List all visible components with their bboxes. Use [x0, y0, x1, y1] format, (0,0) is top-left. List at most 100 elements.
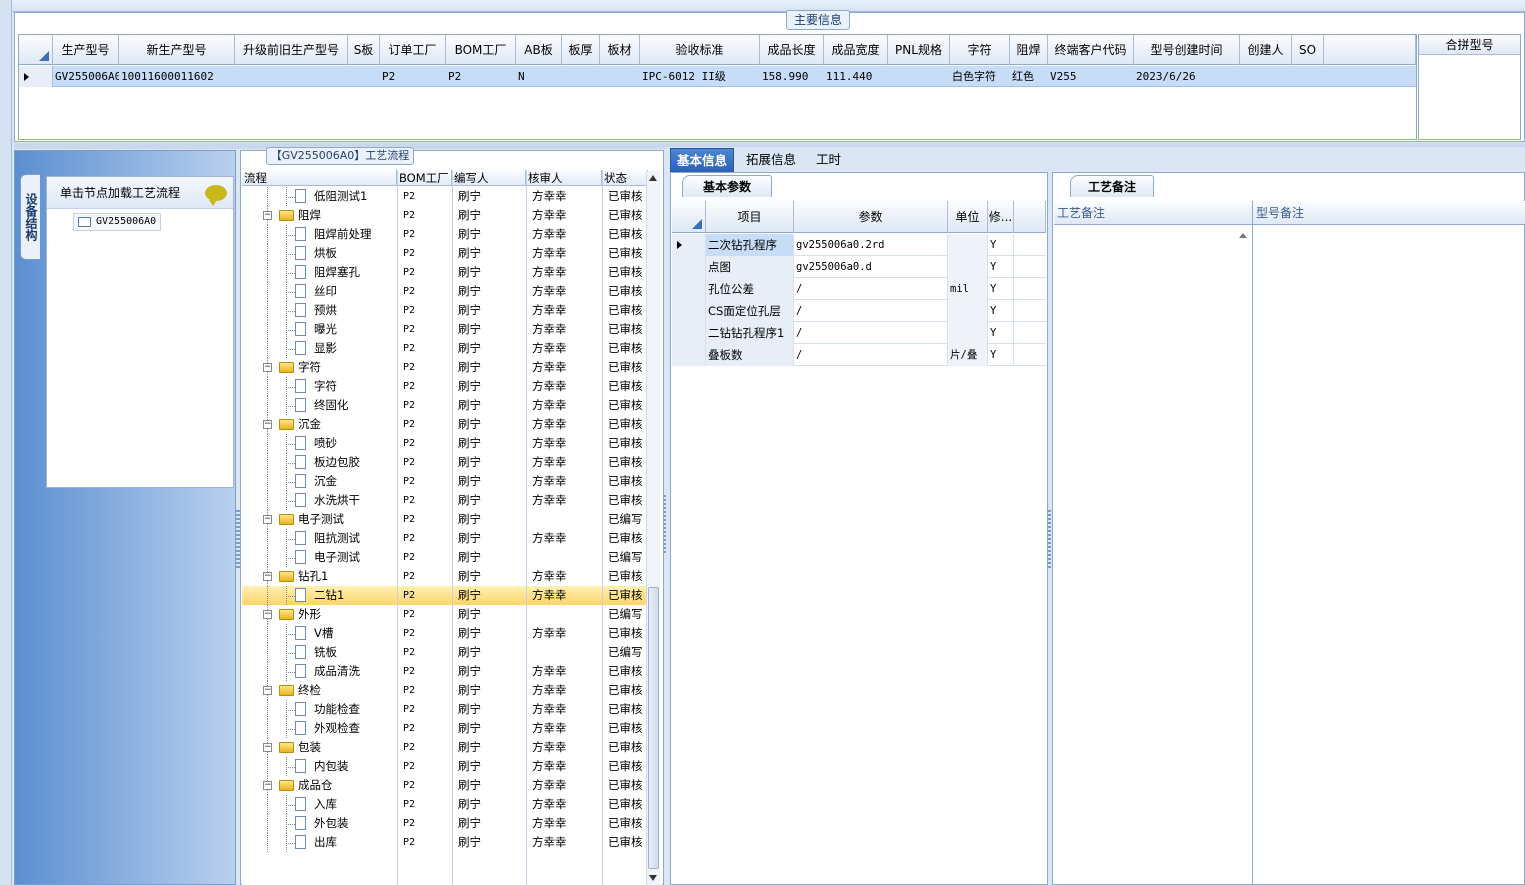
process-row[interactable]: 阻焊塞孔 P2 刷宁 方幸幸 已审核 [242, 263, 648, 282]
tab-process-notes[interactable]: 工艺备注 [1070, 175, 1154, 197]
process-row[interactable]: − 字符 P2 刷宁 方幸幸 已审核 [242, 358, 648, 377]
row-indicator[interactable] [672, 278, 706, 300]
table-cell[interactable]: GV255006A0 [53, 66, 119, 87]
params-column-header[interactable]: 项目 [706, 201, 794, 233]
table-cell[interactable]: 白色字符 [950, 66, 1010, 87]
collapse-icon[interactable]: − [263, 743, 272, 752]
process-row[interactable]: 喷砂 P2 刷宁 方幸幸 已审核 [242, 434, 648, 453]
table-cell[interactable] [235, 66, 348, 87]
process-column-header[interactable]: BOM工厂 [397, 170, 452, 186]
column-header[interactable]: 验收标准 [640, 35, 760, 65]
params-row[interactable]: 孔位公差 / mil Y [672, 278, 1046, 300]
params-column-header[interactable]: 单位 [948, 201, 988, 233]
table-cell[interactable]: 2023/6/26 [1134, 66, 1240, 87]
column-header[interactable]: 型号创建时间 [1134, 35, 1240, 65]
table-cell[interactable]: 红色 [1010, 66, 1048, 87]
collapse-icon[interactable]: − [263, 572, 272, 581]
column-header[interactable]: 成品宽度 [824, 35, 888, 65]
row-indicator[interactable] [672, 322, 706, 344]
params-cell-param[interactable]: gv255006a0.d [794, 256, 948, 278]
process-row-selected[interactable]: 二钻1 P2 刷宁 方幸幸 已审核 [242, 586, 648, 605]
tab-basic-info[interactable]: 基本信息 [670, 148, 735, 172]
column-header[interactable]: 成品长度 [760, 35, 824, 65]
column-header[interactable]: AB板 [516, 35, 562, 65]
process-row[interactable]: − 外形 P2 刷宁 已编写 [242, 605, 648, 624]
process-row[interactable]: 沉金 P2 刷宁 方幸幸 已审核 [242, 472, 648, 491]
process-row[interactable]: − 阻焊 P2 刷宁 方幸幸 已审核 [242, 206, 648, 225]
process-column-header[interactable]: 核审人 [526, 170, 602, 186]
collapse-icon[interactable]: − [263, 515, 272, 524]
process-scrollbar[interactable] [646, 171, 660, 885]
tree-node-model[interactable]: GV255006A0 [73, 213, 161, 231]
merge-model-header[interactable]: 合拼型号 [1419, 35, 1520, 55]
process-row[interactable]: 外观检查 P2 刷宁 方幸幸 已审核 [242, 719, 648, 738]
tab-basic-params[interactable]: 基本参数 [682, 175, 772, 197]
column-header[interactable]: 创建人 [1240, 35, 1292, 65]
table-cell[interactable] [888, 66, 950, 87]
process-row[interactable]: 字符 P2 刷宁 方幸幸 已审核 [242, 377, 648, 396]
table-cell[interactable] [562, 66, 600, 87]
process-row[interactable]: 外包装 P2 刷宁 方幸幸 已审核 [242, 814, 648, 833]
params-cell-param[interactable]: / [794, 300, 948, 322]
collapse-icon[interactable]: − [263, 420, 272, 429]
notes-scroll-up-icon[interactable] [1236, 228, 1250, 244]
column-header[interactable]: 新生产型号 [119, 35, 235, 65]
column-header[interactable]: SO [1292, 35, 1324, 65]
process-column-header[interactable]: 状态 [602, 170, 648, 186]
collapse-icon[interactable]: − [263, 686, 272, 695]
process-row[interactable]: 低阻测试1 P2 刷宁 方幸幸 已审核 [242, 187, 648, 206]
table-cell[interactable] [348, 66, 380, 87]
tab-work-hours[interactable]: 工时 [810, 148, 847, 172]
process-row[interactable]: − 终检 P2 刷宁 方幸幸 已审核 [242, 681, 648, 700]
column-header[interactable]: 板厚 [562, 35, 600, 65]
row-indicator[interactable] [672, 344, 706, 366]
process-row[interactable]: 丝印 P2 刷宁 方幸幸 已审核 [242, 282, 648, 301]
scroll-down-icon[interactable] [649, 875, 657, 881]
table-cell[interactable]: P2 [446, 66, 516, 87]
process-row[interactable]: 显影 P2 刷宁 方幸幸 已审核 [242, 339, 648, 358]
params-column-header[interactable]: 参数 [794, 201, 948, 233]
column-header[interactable]: 升级前旧生产型号 [235, 35, 348, 65]
column-header[interactable]: BOM工厂 [446, 35, 516, 65]
process-row[interactable]: 成品清洗 P2 刷宁 方幸幸 已审核 [242, 662, 648, 681]
row-indicator[interactable] [672, 256, 706, 278]
scrollbar-thumb[interactable] [648, 587, 659, 869]
row-indicator[interactable] [672, 234, 706, 256]
table-cell[interactable]: V255 [1048, 66, 1134, 87]
params-cell-param[interactable]: / [794, 344, 948, 366]
chat-bubble-icon[interactable] [205, 185, 227, 206]
params-cell-param[interactable]: / [794, 322, 948, 344]
params-row[interactable]: CS面定位孔层 / Y [672, 300, 1046, 322]
process-row[interactable]: 阻抗测试 P2 刷宁 方幸幸 已审核 [242, 529, 648, 548]
process-row[interactable]: 烘板 P2 刷宁 方幸幸 已审核 [242, 244, 648, 263]
tab-extended-info[interactable]: 拓展信息 [740, 148, 802, 172]
row-indicator[interactable] [672, 300, 706, 322]
column-header[interactable]: 生产型号 [53, 35, 119, 65]
column-header[interactable]: 字符 [950, 35, 1010, 65]
table-cell[interactable]: 10011600011602 [119, 66, 235, 87]
column-header[interactable]: 板材 [600, 35, 640, 65]
process-column-header[interactable]: 流程 [242, 170, 397, 186]
row-indicator[interactable] [19, 66, 53, 87]
table-cell[interactable] [1292, 66, 1324, 87]
process-row[interactable]: 预烘 P2 刷宁 方幸幸 已审核 [242, 301, 648, 320]
params-row[interactable]: 二钻钻孔程序1/ Y [672, 322, 1046, 344]
tab-equipment-structure[interactable]: 设备结构 [20, 174, 40, 260]
table-cell[interactable]: P2 [380, 66, 446, 87]
process-row[interactable]: − 钻孔1 P2 刷宁 方幸幸 已审核 [242, 567, 648, 586]
params-row[interactable]: 二次钻孔程序 gv255006a0.2rd Y [672, 234, 1046, 256]
process-row[interactable]: 终固化 P2 刷宁 方幸幸 已审核 [242, 396, 648, 415]
collapse-icon[interactable]: − [263, 363, 272, 372]
process-row[interactable]: 入库 P2 刷宁 方幸幸 已审核 [242, 795, 648, 814]
collapse-icon[interactable]: − [263, 211, 272, 220]
params-row[interactable]: 点图 gv255006a0.d Y [672, 256, 1046, 278]
column-header[interactable]: 订单工厂 [380, 35, 446, 65]
process-row[interactable]: 曝光 P2 刷宁 方幸幸 已审核 [242, 320, 648, 339]
collapse-icon[interactable]: − [263, 781, 272, 790]
process-row[interactable]: − 包装 P2 刷宁 方幸幸 已审核 [242, 738, 648, 757]
process-column-header[interactable]: 编写人 [452, 170, 526, 186]
scroll-up-icon[interactable] [649, 175, 657, 181]
process-row[interactable]: 功能检查 P2 刷宁 方幸幸 已审核 [242, 700, 648, 719]
process-row[interactable]: − 电子测试 P2 刷宁 已编写 [242, 510, 648, 529]
column-header[interactable]: 终端客户代码 [1048, 35, 1134, 65]
